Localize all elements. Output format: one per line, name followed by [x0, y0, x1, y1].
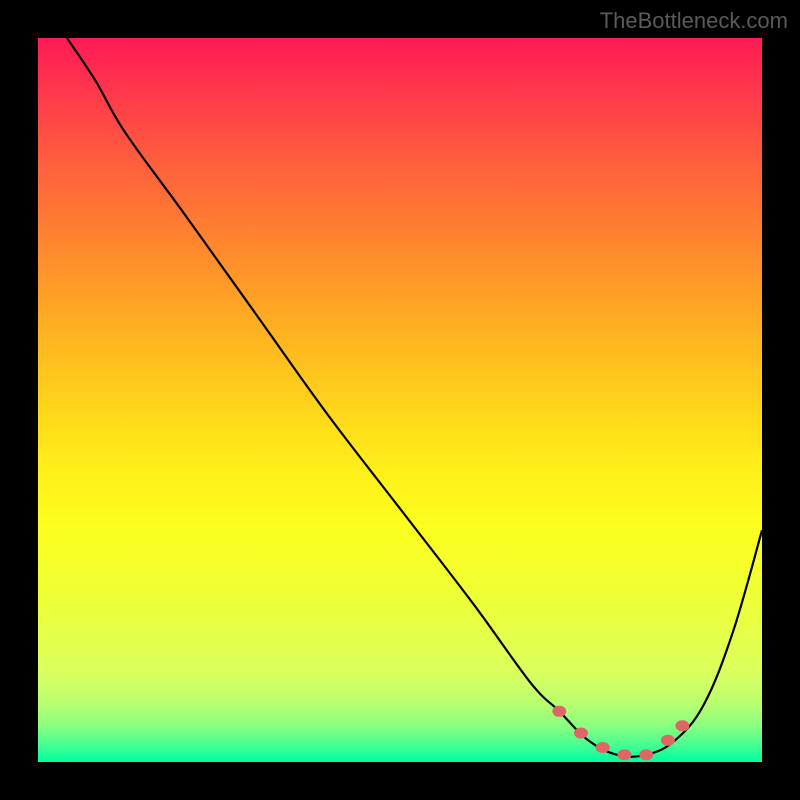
chart-container: TheBottleneck.com	[0, 0, 800, 800]
plot-background-gradient	[38, 38, 762, 762]
watermark-text: TheBottleneck.com	[600, 8, 788, 34]
